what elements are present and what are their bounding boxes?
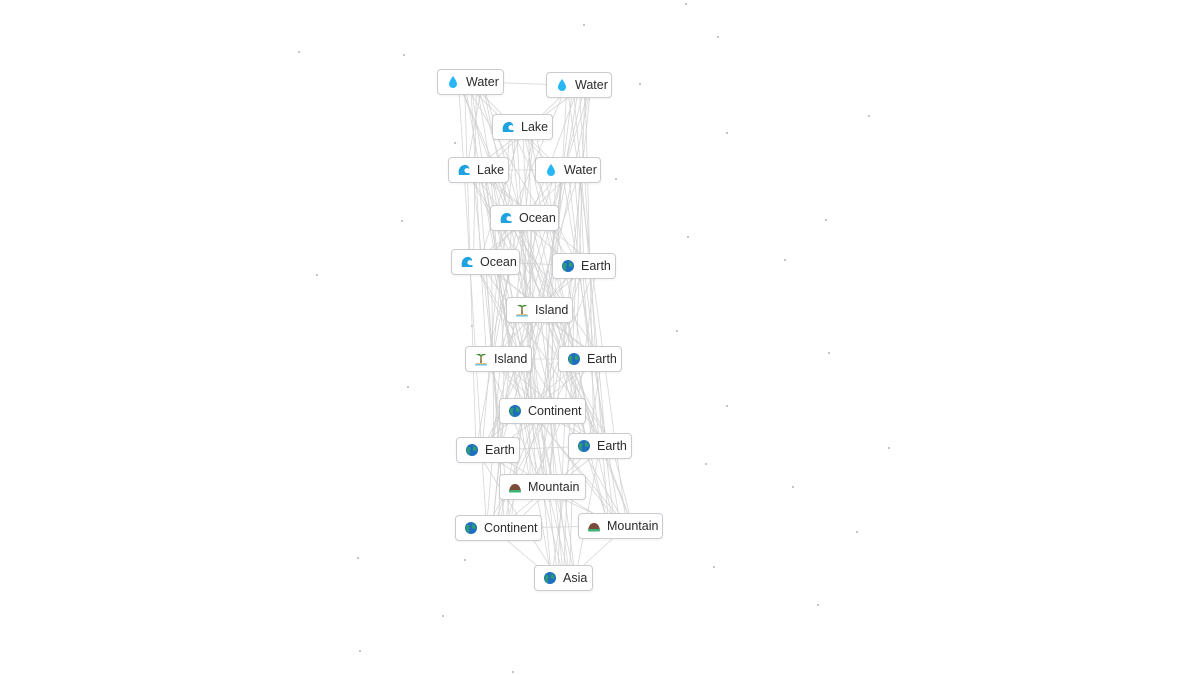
element-label: Earth	[485, 443, 515, 457]
element-node-ocean[interactable]: Ocean	[451, 249, 520, 275]
element-node-earth[interactable]: Earth	[558, 346, 622, 372]
background-dot	[676, 330, 678, 332]
background-dot	[685, 3, 687, 5]
element-node-earth[interactable]: Earth	[568, 433, 632, 459]
background-dot	[792, 486, 794, 488]
background-dot	[403, 54, 405, 56]
background-dot	[713, 566, 715, 568]
background-dot	[825, 219, 827, 221]
element-node-lake[interactable]: Lake	[448, 157, 509, 183]
globe-icon	[577, 439, 591, 453]
background-dot	[512, 671, 514, 673]
background-dot	[717, 36, 719, 38]
background-dot	[639, 83, 641, 85]
craft-canvas[interactable]	[0, 0, 1200, 675]
palm-island-icon	[474, 352, 488, 366]
element-node-water[interactable]: Water	[535, 157, 601, 183]
mountain-icon	[508, 480, 522, 494]
element-node-mountain[interactable]: Mountain	[578, 513, 663, 539]
background-dot	[298, 51, 300, 53]
background-dot	[687, 236, 689, 238]
element-label: Island	[535, 303, 569, 317]
background-dot	[856, 531, 858, 533]
wave-icon	[460, 255, 474, 269]
background-dot	[407, 386, 409, 388]
element-node-island[interactable]: Island	[506, 297, 573, 323]
globe-icon	[464, 521, 478, 535]
background-dot	[359, 650, 361, 652]
element-node-mountain[interactable]: Mountain	[499, 474, 586, 500]
background-dot	[583, 24, 585, 26]
background-dot	[454, 142, 456, 144]
element-label: Island	[494, 352, 528, 366]
connection-line	[583, 265, 615, 527]
globe-icon	[561, 259, 575, 273]
globe-icon	[508, 404, 522, 418]
background-dot	[888, 447, 890, 449]
water-drop-icon	[446, 75, 460, 89]
background-dot	[784, 259, 786, 261]
element-node-continent[interactable]: Continent	[455, 515, 542, 541]
element-label: Mountain	[528, 480, 580, 494]
background-dot	[316, 274, 318, 276]
wave-icon	[457, 163, 471, 177]
element-node-island[interactable]: Island	[465, 346, 532, 372]
background-dot	[726, 405, 728, 407]
background-dot	[442, 615, 444, 617]
element-node-water[interactable]: Water	[437, 69, 504, 95]
connection-line	[575, 445, 601, 579]
connection-line	[578, 84, 597, 360]
element-node-ocean[interactable]: Ocean	[490, 205, 559, 231]
element-node-asia[interactable]: Asia	[534, 565, 593, 591]
element-label: Water	[564, 163, 597, 177]
background-dot	[705, 463, 707, 465]
background-dot	[464, 559, 466, 561]
element-node-earth[interactable]: Earth	[456, 437, 520, 463]
element-label: Mountain	[607, 519, 659, 533]
element-node-continent[interactable]: Continent	[499, 398, 586, 424]
globe-icon	[465, 443, 479, 457]
element-node-earth[interactable]: Earth	[552, 253, 616, 279]
background-dot	[401, 220, 403, 222]
palm-island-icon	[515, 303, 529, 317]
element-label: Earth	[587, 352, 617, 366]
element-label: Ocean	[519, 211, 556, 225]
background-dot	[357, 557, 359, 559]
element-label: Water	[575, 78, 608, 92]
element-node-lake[interactable]: Lake	[492, 114, 553, 140]
background-dot	[726, 132, 728, 134]
water-drop-icon	[555, 78, 569, 92]
water-drop-icon	[544, 163, 558, 177]
wave-icon	[501, 120, 515, 134]
background-dot	[868, 115, 870, 117]
globe-icon	[543, 571, 557, 585]
wave-icon	[499, 211, 513, 225]
element-label: Continent	[484, 521, 538, 535]
element-label: Lake	[477, 163, 505, 177]
element-label: Ocean	[480, 255, 517, 269]
background-dot	[615, 178, 617, 180]
background-dots	[298, 3, 890, 673]
element-label: Earth	[581, 259, 611, 273]
element-label: Lake	[521, 120, 549, 134]
element-label: Earth	[597, 439, 627, 453]
element-label: Continent	[528, 404, 582, 418]
element-label: Water	[466, 75, 499, 89]
globe-icon	[567, 352, 581, 366]
mountain-icon	[587, 519, 601, 533]
connection-line	[566, 84, 627, 527]
element-node-water[interactable]: Water	[546, 72, 612, 98]
element-label: Asia	[563, 571, 588, 585]
background-dot	[828, 352, 830, 354]
background-dot	[817, 604, 819, 606]
